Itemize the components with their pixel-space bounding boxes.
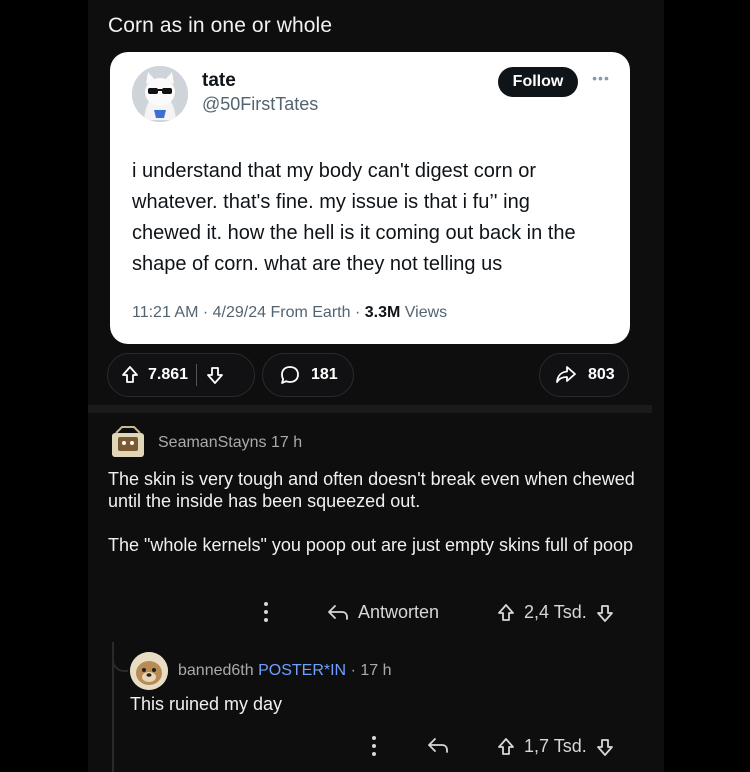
speech-bubble-icon: [281, 366, 299, 384]
comment-count: 181: [311, 366, 338, 383]
share-arrow-icon: [556, 366, 576, 383]
section-divider: [88, 405, 652, 413]
reply-arrow-icon: [328, 604, 348, 620]
tweet-author-name: tate: [202, 70, 236, 91]
reply-age: 17 h: [360, 662, 392, 679]
upvote-count: 7.861: [148, 366, 189, 383]
reply-score: 1,7 Tsd.: [524, 736, 587, 756]
vertical-dots-icon[interactable]: [370, 734, 378, 758]
reply-vote: 1,7 Tsd.: [496, 736, 615, 757]
tweet-date: 4/29/24: [212, 304, 267, 321]
post-title: Corn as in one or whole: [108, 14, 333, 37]
tweet-author-handle: @50FirstTates: [202, 94, 319, 114]
reply-meta: banned6th POSTER*IN · 17 h: [178, 662, 392, 679]
arrow-up-icon[interactable]: [120, 365, 140, 385]
comment-paragraph: The "whole kernels" you poop out are jus…: [108, 535, 634, 555]
reply-button[interactable]: [426, 736, 450, 756]
poster-flair: POSTER*IN: [258, 662, 347, 679]
share-button[interactable]: 803: [539, 353, 629, 397]
tweet-views-count: 3.3M: [364, 304, 401, 321]
tweet-views-label: Views: [404, 304, 448, 321]
tweet-card: tate @50FirstTates Follow ••• i understa…: [110, 52, 630, 344]
comments-button[interactable]: 181: [262, 353, 354, 397]
arrow-down-icon[interactable]: [595, 603, 615, 623]
tweet-source: From Earth: [270, 304, 351, 321]
tweet-time: 11:21 AM: [132, 304, 199, 321]
comment-age: 17 h: [270, 434, 303, 451]
comment-paragraph: The skin is very tough and often doesn't…: [108, 469, 635, 511]
commenter-avatar[interactable]: [108, 423, 148, 463]
reply-username[interactable]: banned6th: [178, 662, 254, 679]
tweet-meta: 11:21 AM · 4/29/24 From Earth · 3.3M Vie…: [132, 304, 448, 321]
vote-pill: 7.861: [107, 353, 255, 397]
comment-actions: Antworten 2,4 Tsd.: [250, 598, 650, 628]
arrow-down-icon[interactable]: [205, 365, 225, 385]
arrow-up-icon[interactable]: [496, 603, 516, 623]
share-count: 803: [588, 366, 615, 383]
follow-button[interactable]: Follow: [498, 67, 578, 97]
vote-separator: [196, 364, 198, 386]
comment-vote: 2,4 Tsd.: [496, 602, 615, 623]
comment-body: The skin is very tough and often doesn't…: [108, 468, 648, 556]
reply-actions: 1,7 Tsd.: [360, 731, 650, 761]
tweet-avatar: [132, 66, 188, 122]
reply-label: Antworten: [358, 602, 440, 622]
reply-body: This ruined my day: [130, 694, 283, 714]
tweet-text: i understand that my body can't digest c…: [132, 160, 576, 275]
comment-username[interactable]: SeamanStayns: [158, 434, 267, 451]
arrow-down-icon[interactable]: [595, 737, 615, 757]
reply-arrow-icon: [428, 738, 448, 753]
more-options-icon[interactable]: •••: [588, 70, 614, 86]
comment-meta: SeamanStayns 17 h: [158, 434, 302, 452]
reply-avatar[interactable]: [130, 652, 168, 690]
comment-score: 2,4 Tsd.: [524, 602, 587, 622]
vertical-dots-icon[interactable]: [262, 600, 270, 624]
reply-button[interactable]: Antworten: [326, 602, 439, 623]
arrow-up-icon[interactable]: [496, 737, 516, 757]
